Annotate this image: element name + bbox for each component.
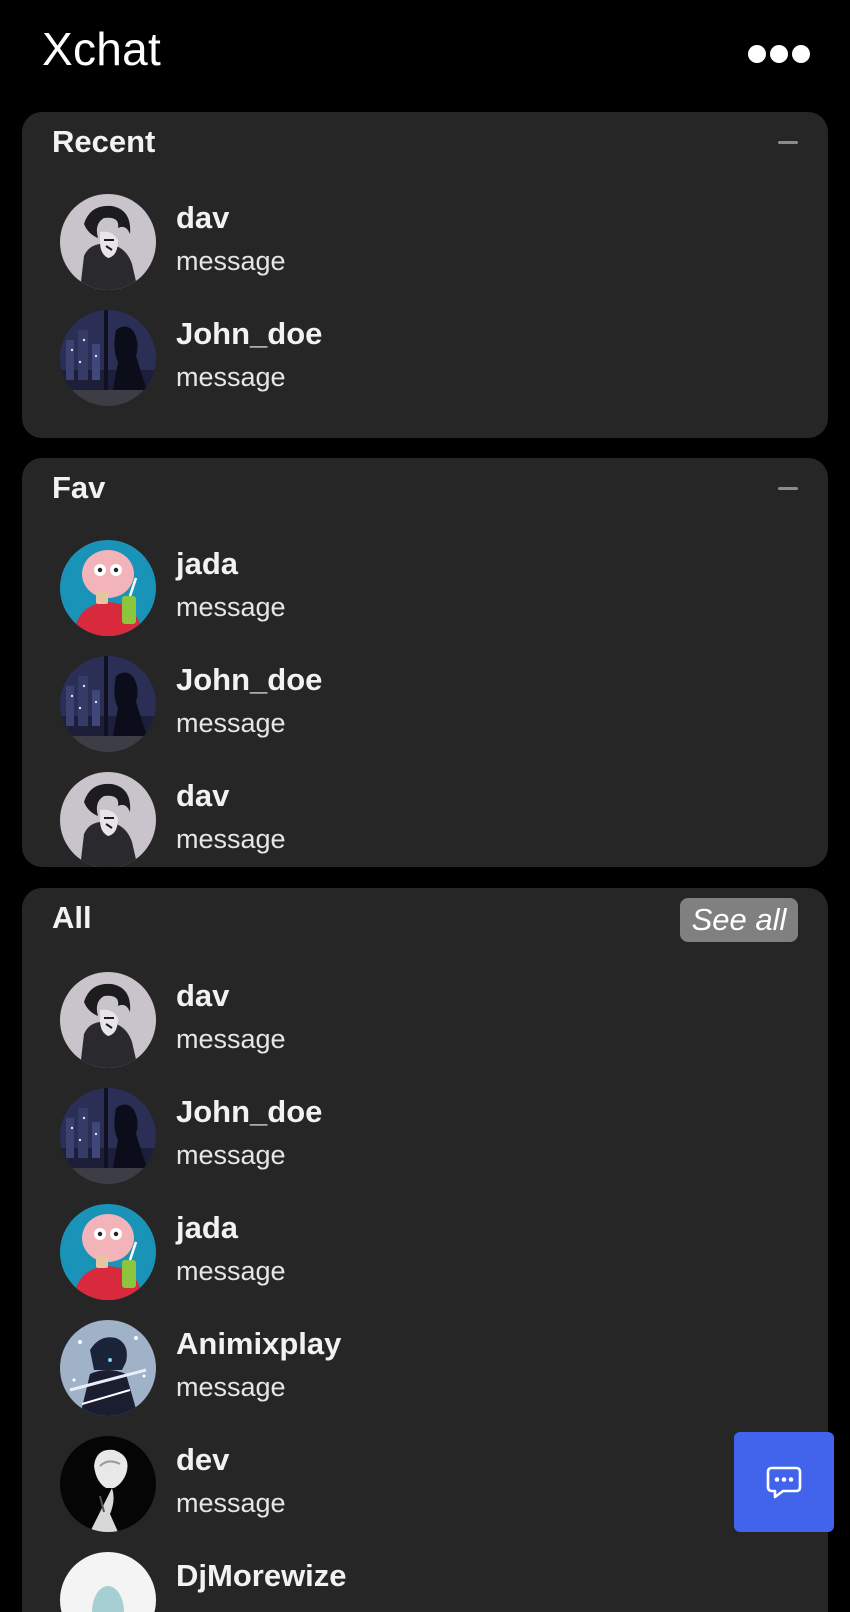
jada-avatar — [60, 540, 156, 636]
chat-name: dav — [176, 200, 230, 235]
section-title-fav: Fav — [52, 470, 106, 505]
animixplay-avatar — [60, 1320, 156, 1416]
dav-avatar — [60, 194, 156, 290]
chat-name: Animixplay — [176, 1326, 342, 1361]
collapse-icon — [778, 487, 798, 490]
chat-item[interactable]: dev message — [60, 1436, 800, 1536]
app-header: Xchat — [0, 0, 850, 100]
john-doe-avatar — [60, 1088, 156, 1184]
chat-name: John_doe — [176, 662, 323, 697]
section-title-all: All — [52, 900, 92, 935]
chat-item[interactable]: Animixplay message — [60, 1320, 800, 1420]
chat-preview: message — [176, 1604, 286, 1612]
collapse-icon — [778, 141, 798, 144]
more-horizontal-icon — [792, 45, 810, 63]
chat-item[interactable]: John_doe message — [60, 310, 800, 410]
chat-preview: message — [176, 1488, 286, 1518]
chat-item[interactable]: John_doe message — [60, 1088, 800, 1188]
chat-item[interactable]: jada message — [60, 1204, 800, 1304]
app-title: Xchat — [42, 23, 162, 75]
dav-avatar — [60, 772, 156, 867]
chat-name: jada — [176, 546, 239, 581]
fav-section: Fav jada message John_doe message dav me… — [22, 458, 828, 867]
chat-name: John_doe — [176, 316, 323, 351]
john-doe-avatar — [60, 310, 156, 406]
section-title-recent: Recent — [52, 124, 156, 159]
chat-item[interactable]: dav message — [60, 772, 800, 867]
djmorewize-avatar — [60, 1552, 156, 1612]
chat-bubble-icon — [766, 1466, 802, 1499]
chat-preview: message — [176, 824, 286, 854]
more-horizontal-icon — [748, 45, 766, 63]
chat-preview: message — [176, 1256, 286, 1286]
all-section: All See all dav message John_doe message… — [22, 888, 828, 1612]
chat-item[interactable]: DjMorewize message — [60, 1552, 800, 1612]
john-doe-avatar — [60, 656, 156, 752]
more-options-button[interactable] — [748, 42, 810, 66]
recent-section: Recent dav message John_doe message — [22, 112, 828, 438]
chat-item[interactable]: dav message — [60, 972, 800, 1072]
chat-preview: message — [176, 1372, 286, 1402]
chat-preview: message — [176, 592, 286, 622]
more-horizontal-icon — [770, 45, 788, 63]
chat-name: dav — [176, 978, 230, 1013]
new-chat-button[interactable] — [734, 1432, 834, 1532]
chat-item[interactable]: jada message — [60, 540, 800, 640]
chat-preview: message — [176, 1140, 286, 1170]
dev-avatar — [60, 1436, 156, 1532]
chat-preview: message — [176, 246, 286, 276]
see-all-button[interactable]: See all — [680, 898, 798, 942]
chat-name: dev — [176, 1442, 230, 1477]
chat-preview: message — [176, 362, 286, 392]
jada-avatar — [60, 1204, 156, 1300]
chat-name: John_doe — [176, 1094, 323, 1129]
chat-name: jada — [176, 1210, 239, 1245]
dav-avatar — [60, 972, 156, 1068]
chat-item[interactable]: John_doe message — [60, 656, 800, 756]
chat-preview: message — [176, 708, 286, 738]
chat-name: DjMorewize — [176, 1558, 347, 1593]
chat-preview: message — [176, 1024, 286, 1054]
collapse-recent-button[interactable] — [778, 138, 798, 148]
chat-name: dav — [176, 778, 230, 813]
chat-item[interactable]: dav message — [60, 194, 800, 294]
collapse-fav-button[interactable] — [778, 484, 798, 494]
